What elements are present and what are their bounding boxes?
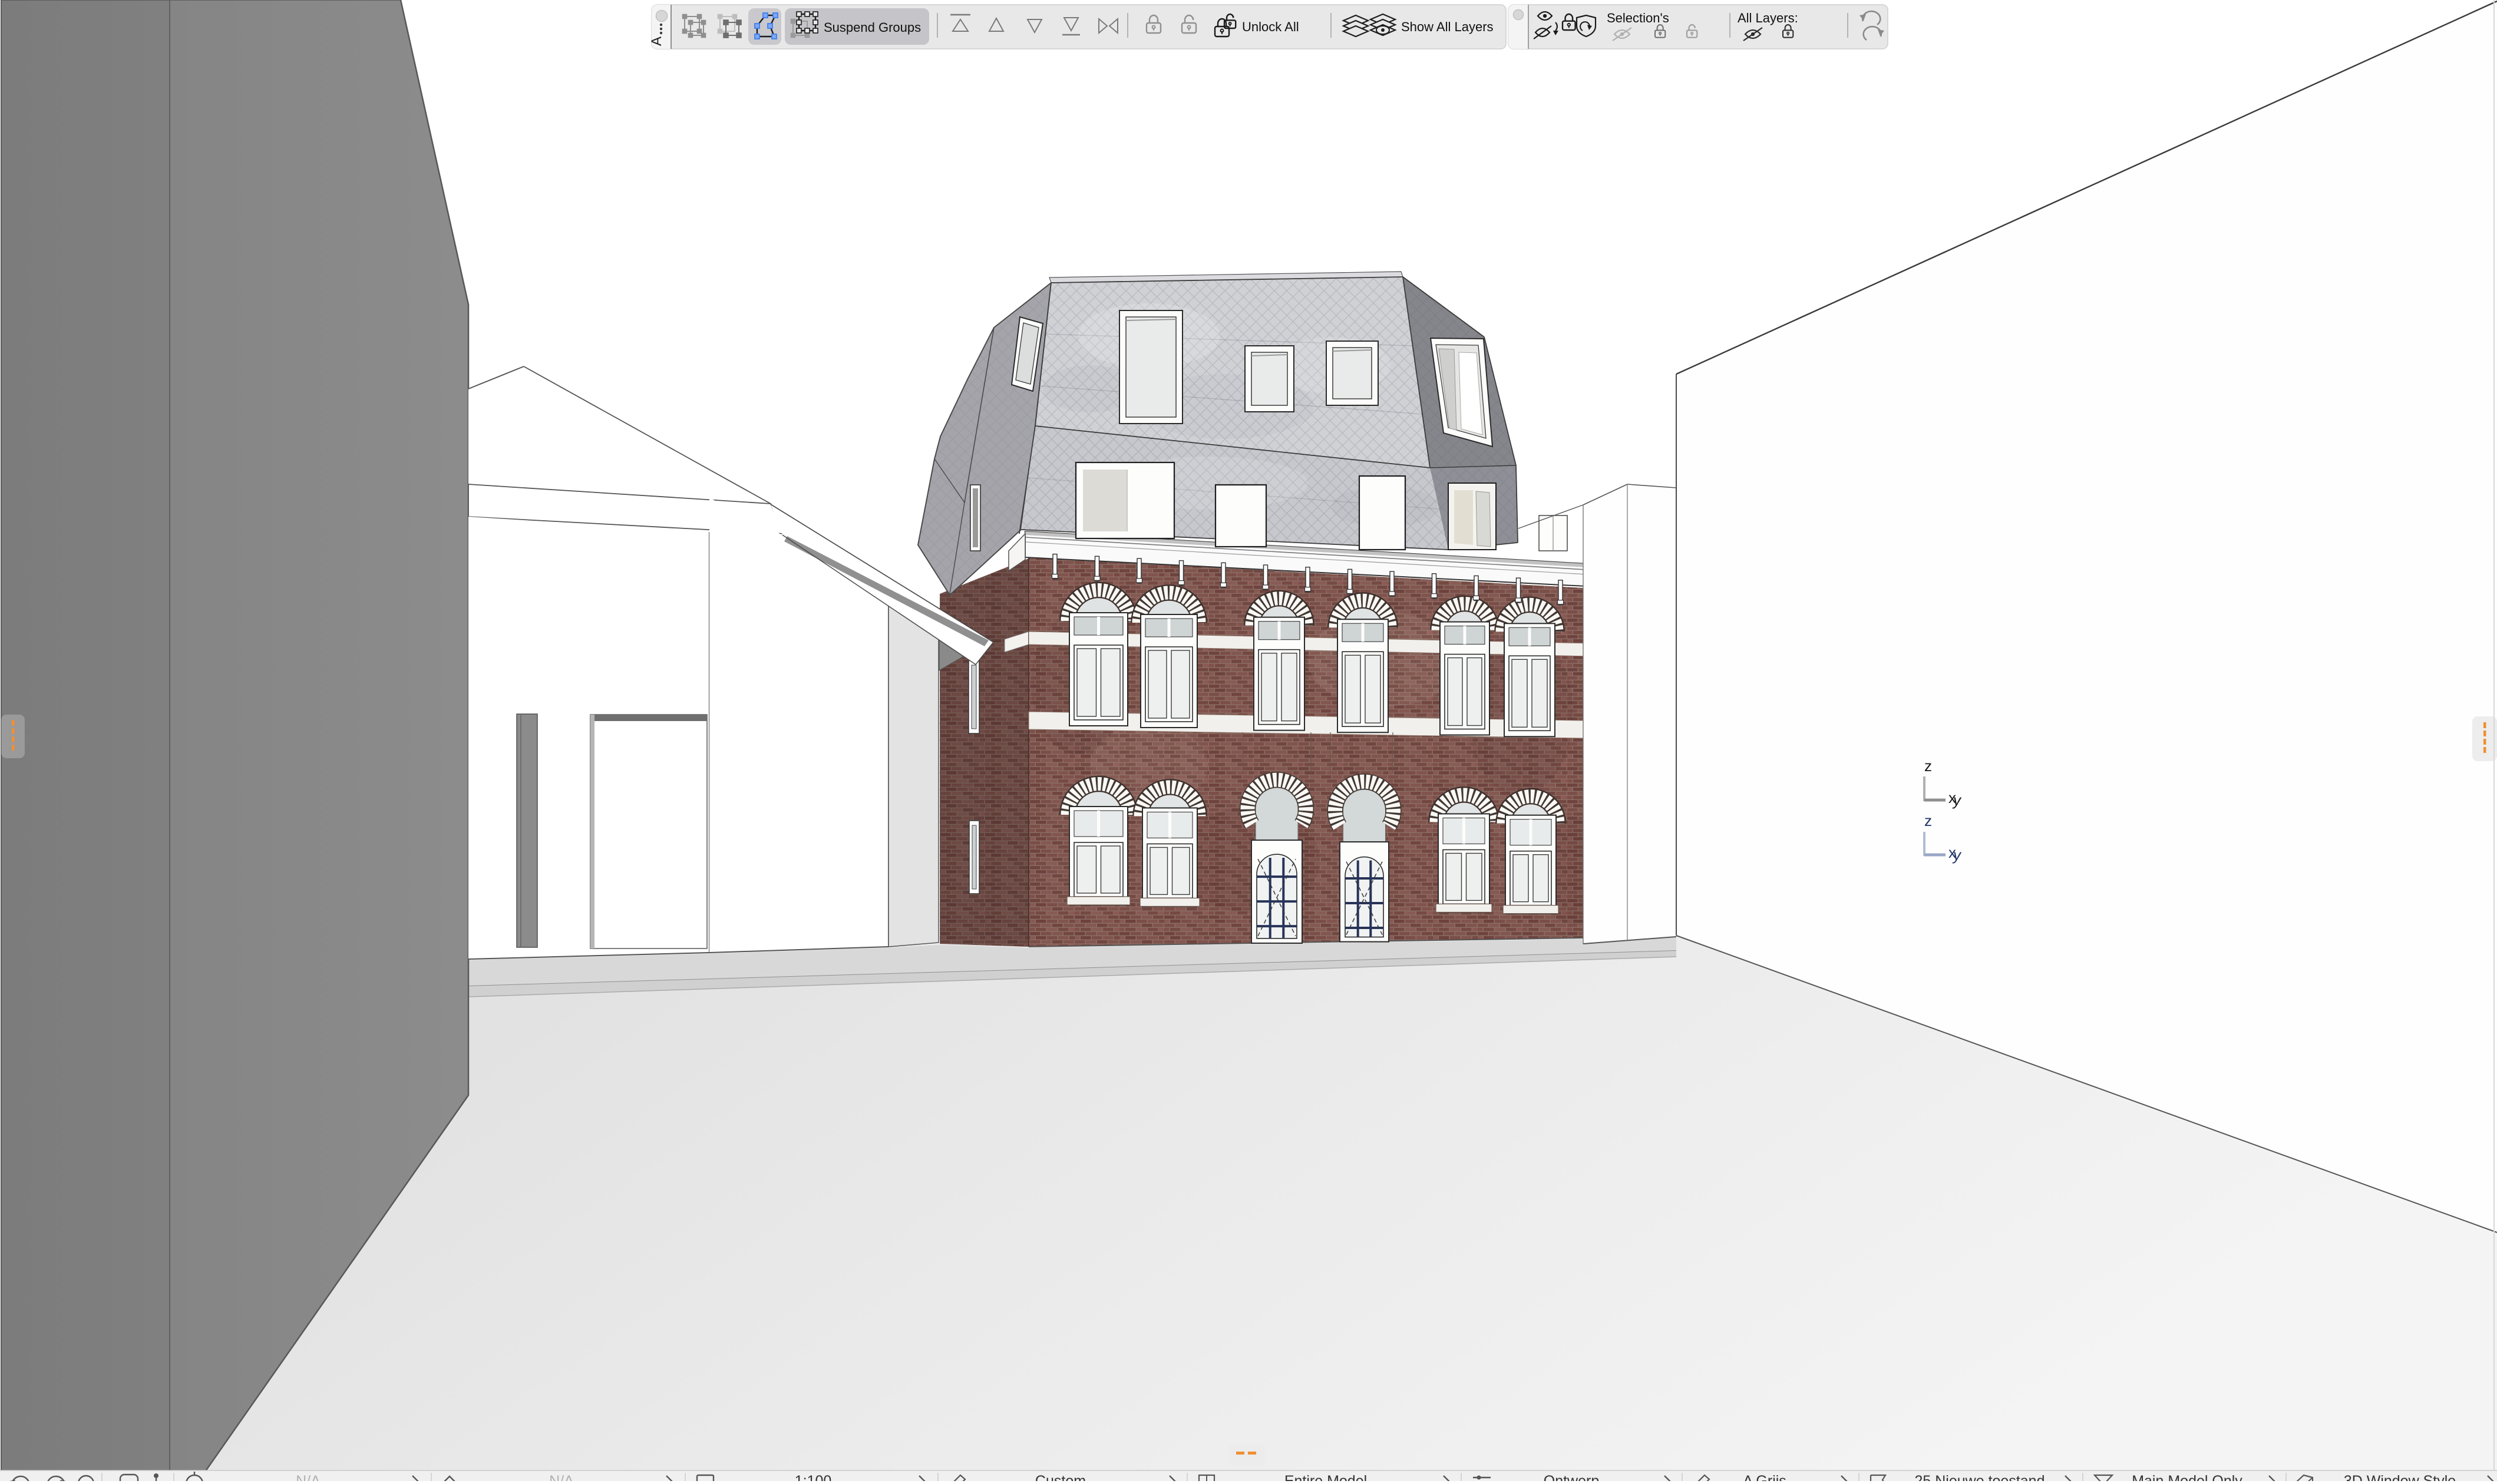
svg-text:25 Nieuwe toestand: 25 Nieuwe toestand [1915, 1473, 2045, 1481]
svg-text:Entire Model: Entire Model [1284, 1473, 1367, 1481]
svg-text:Show All Layers: Show All Layers [1401, 19, 1494, 34]
svg-text:3D Window Style: 3D Window Style [2344, 1473, 2456, 1481]
svg-text:1:100: 1:100 [795, 1473, 832, 1481]
svg-text:Selection's: Selection's [1607, 11, 1669, 25]
svg-text:All Layers:: All Layers: [1738, 11, 1798, 25]
svg-text:Custom: Custom [1035, 1473, 1086, 1481]
svg-text:y: y [1952, 846, 1962, 864]
svg-text:Suspend Groups: Suspend Groups [824, 20, 921, 35]
svg-text:z: z [1924, 812, 1932, 829]
svg-text:Ontwerp: Ontwerp [1544, 1473, 1599, 1481]
svg-text:N/A: N/A [549, 1473, 574, 1481]
svg-text:y: y [1952, 791, 1962, 809]
svg-text:N/A: N/A [296, 1473, 321, 1481]
svg-text:A Grijs: A Grijs [1743, 1473, 1786, 1481]
svg-text:Unlock All: Unlock All [1242, 19, 1299, 34]
svg-text:Main Model Only: Main Model Only [2132, 1473, 2242, 1481]
svg-text:z: z [1924, 757, 1932, 775]
svg-text:A: A [649, 37, 665, 46]
